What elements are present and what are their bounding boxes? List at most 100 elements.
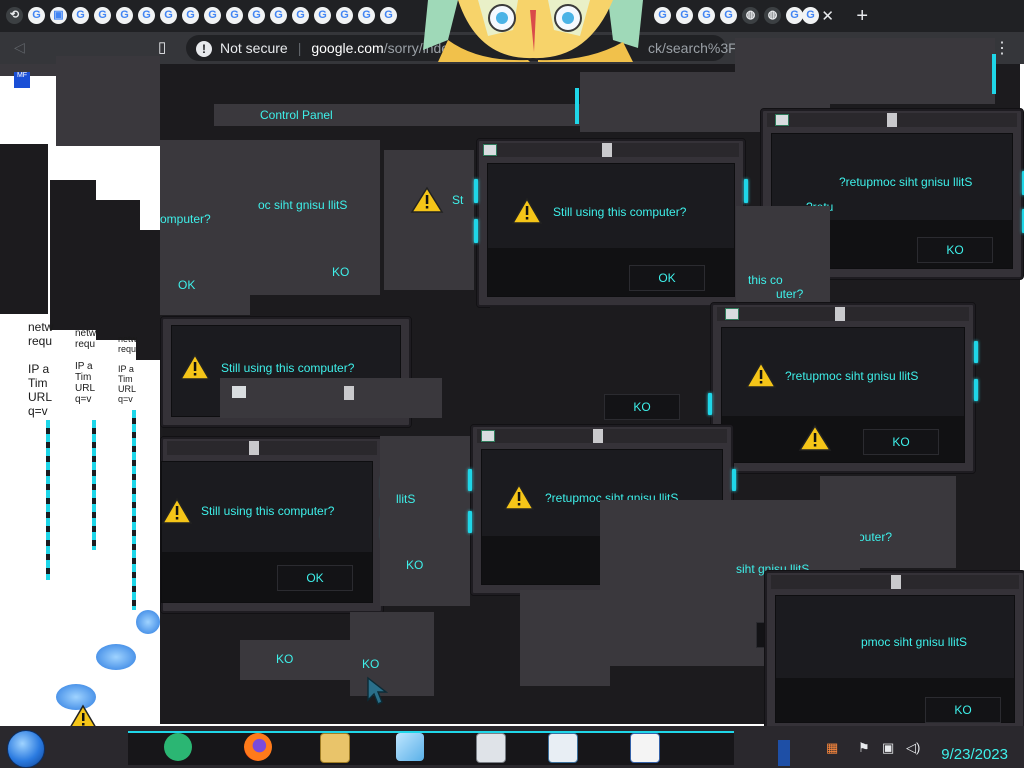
dialog-fragment: llitS: [396, 492, 416, 506]
page-text: netw requ IP a Tim URL q=v: [118, 334, 138, 404]
google-tab-icon[interactable]: G: [314, 7, 331, 24]
google-tab-icon[interactable]: G: [270, 7, 287, 24]
dialog-fragment: St: [452, 193, 464, 207]
address-separator: |: [297, 40, 302, 56]
maximize-icon[interactable]: [891, 575, 901, 589]
glitch-window: [735, 38, 995, 104]
google-tab-icon[interactable]: G: [358, 7, 375, 24]
google-tab-icon[interactable]: G: [226, 7, 243, 24]
maximize-icon[interactable]: [887, 113, 897, 127]
window-icon[interactable]: [548, 733, 578, 763]
ok-fragment[interactable]: OK: [178, 278, 195, 292]
browser-menu-icon[interactable]: ⋮: [994, 38, 1010, 58]
glitch-window: [520, 590, 610, 686]
app-icon: [725, 308, 739, 320]
globe-tab-icon[interactable]: ◍: [764, 7, 781, 24]
google-tab-icon[interactable]: G: [292, 7, 309, 24]
glitch-block: [96, 200, 140, 340]
dialog-window: Still using this computer? OK: [160, 436, 386, 614]
bookmark-icon[interactable]: ▯: [158, 38, 166, 56]
tray-app-icon[interactable]: ▦: [826, 740, 838, 756]
history-icon[interactable]: ⟲: [6, 7, 23, 24]
google-tab-icon[interactable]: G: [654, 7, 671, 24]
wordpad-icon[interactable]: [630, 733, 660, 763]
google-tab-icon[interactable]: G: [116, 7, 133, 24]
info-icon[interactable]: !: [196, 41, 212, 58]
glitch-window: [250, 140, 380, 295]
start-orb-ghost: [96, 644, 136, 670]
image-tab-icon[interactable]: ▣: [50, 7, 67, 24]
notepad-icon[interactable]: [396, 733, 424, 761]
ko-fragment[interactable]: KO: [406, 558, 423, 572]
mouse-cursor-icon: [367, 676, 388, 705]
start-button[interactable]: [7, 730, 45, 768]
google-tab-icon[interactable]: G: [160, 7, 177, 24]
app-green-icon[interactable]: [164, 733, 192, 761]
google-tab-icon[interactable]: G: [182, 7, 199, 24]
warning-icon: [745, 361, 777, 388]
warning-icon: [511, 197, 543, 224]
app-icon: MF: [14, 72, 30, 88]
firefox-icon[interactable]: [244, 733, 272, 761]
google-tab-icon[interactable]: G: [786, 7, 803, 24]
globe-tab-icon[interactable]: ◍: [742, 7, 759, 24]
google-tab-icon[interactable]: G: [248, 7, 265, 24]
calculator-icon[interactable]: [476, 733, 506, 763]
google-tab-icon[interactable]: G: [94, 7, 111, 24]
ok-button[interactable]: OK: [277, 565, 353, 591]
address-domain: google.com: [311, 40, 384, 56]
ok-button[interactable]: KO: [925, 697, 1001, 723]
google-tab-icon[interactable]: G: [72, 7, 89, 24]
dialog-message: ?retupmoc siht gnisu llitS: [839, 175, 973, 189]
back-icon[interactable]: ◁: [14, 39, 25, 56]
ko-fragment[interactable]: KO: [332, 265, 349, 279]
ok-button[interactable]: KO: [863, 429, 939, 455]
glitch-led-strip: [92, 420, 96, 550]
file-explorer-icon[interactable]: [320, 733, 350, 763]
dialog-message: ?retupmoc siht gnisu llitS: [785, 369, 919, 383]
glitch-block: [0, 144, 48, 314]
google-tab-icon[interactable]: G: [720, 7, 737, 24]
google-tab-icon[interactable]: G: [698, 7, 715, 24]
google-tab-icon[interactable]: G: [676, 7, 693, 24]
ok-button[interactable]: OK: [629, 265, 705, 291]
maximize-icon[interactable]: [593, 429, 603, 443]
google-tab-icon[interactable]: G: [380, 7, 397, 24]
dialog-fragment: uter?: [776, 287, 804, 301]
dialog-titlebar: [167, 441, 377, 455]
google-tab-icon[interactable]: G: [802, 7, 819, 24]
warning-icon: [179, 353, 211, 380]
maximize-icon[interactable]: [249, 441, 259, 455]
led: [992, 54, 996, 94]
warning-icon: [798, 424, 832, 451]
dialog-fragment: oc siht gnisu llitS: [258, 198, 348, 212]
dialog-fragment: omputer?: [160, 212, 211, 226]
volume-icon[interactable]: ◁): [906, 740, 920, 756]
app-icon: [232, 386, 246, 398]
ok-button[interactable]: KO: [917, 237, 993, 263]
glitch-block: [50, 180, 96, 330]
dialog-message: Still using this computer?: [553, 205, 687, 219]
control-panel-title: Control Panel: [260, 108, 333, 122]
google-tab-icon[interactable]: G: [336, 7, 353, 24]
dialog-window: ?retupmoc siht gnisu llitS KO: [708, 302, 978, 474]
maximize-icon[interactable]: [602, 143, 612, 157]
mascot-head-image: [423, 0, 643, 62]
app-icon: [483, 144, 497, 156]
ko-fragment[interactable]: KO: [362, 657, 379, 671]
new-tab-button[interactable]: +: [856, 5, 868, 28]
clock-date[interactable]: 9/23/2023: [941, 746, 1008, 763]
flag-icon[interactable]: ⚑: [858, 740, 870, 756]
google-tab-icon[interactable]: G: [28, 7, 45, 24]
taskbar-scroll[interactable]: [778, 740, 790, 766]
maximize-icon[interactable]: [835, 307, 845, 321]
network-icon[interactable]: ▣: [882, 740, 894, 756]
maximize-icon[interactable]: [344, 386, 354, 400]
google-tab-icon[interactable]: G: [204, 7, 221, 24]
ko-fragment[interactable]: KO: [276, 652, 293, 666]
close-tab-icon[interactable]: ✕: [821, 7, 834, 25]
glitch-window-strip: [220, 378, 442, 418]
security-label: Not secure: [220, 40, 288, 56]
ok-button[interactable]: KO: [604, 394, 680, 420]
google-tab-icon[interactable]: G: [138, 7, 155, 24]
